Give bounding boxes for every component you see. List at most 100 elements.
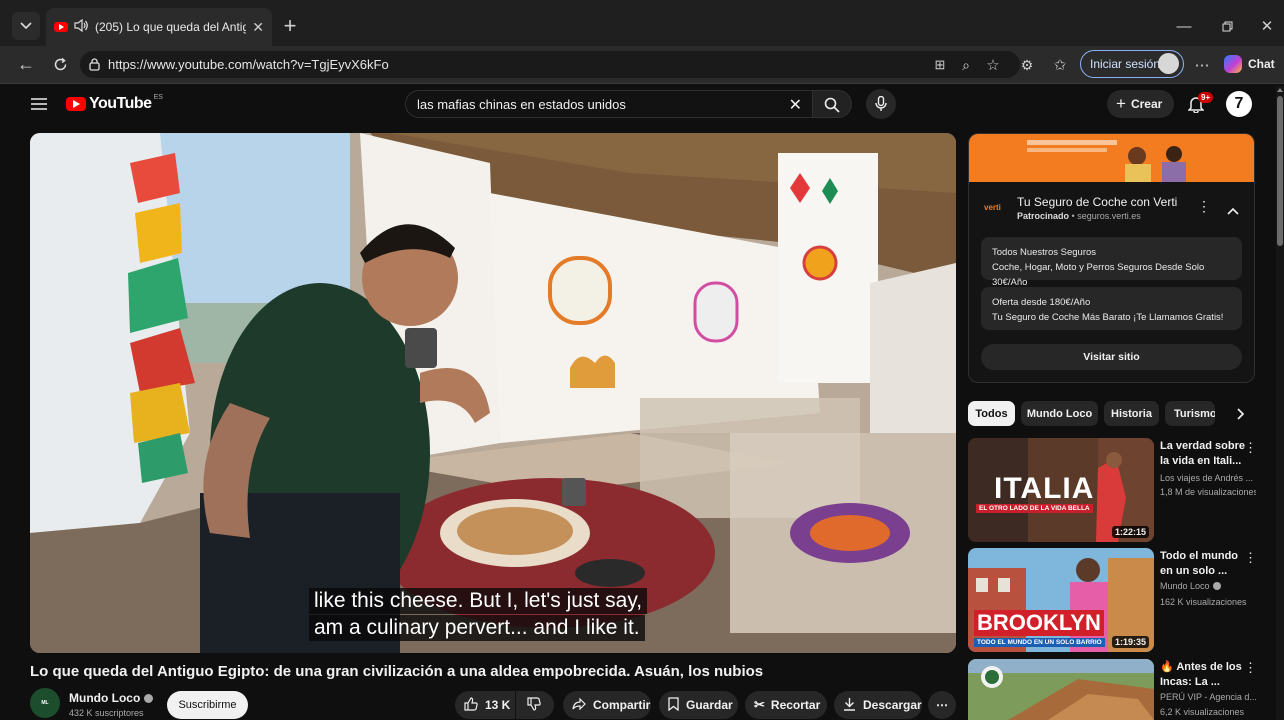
url-text: https://www.youtube.com/watch?v=TgjEyvX6… bbox=[108, 57, 389, 72]
ad-more-icon[interactable]: ⋮ bbox=[1197, 198, 1211, 215]
ad-collapse-chevron-icon[interactable] bbox=[1227, 202, 1239, 220]
page-scrollbar[interactable] bbox=[1276, 86, 1284, 720]
youtube-play-logo-icon bbox=[66, 97, 86, 111]
minimize-icon[interactable]: — bbox=[1172, 14, 1196, 38]
save-button[interactable]: Guardar bbox=[659, 691, 738, 719]
video-frame-image bbox=[30, 133, 956, 653]
like-count: 13 K bbox=[485, 698, 511, 712]
related-channel-2[interactable]: Mundo Loco bbox=[1160, 581, 1221, 591]
tab-close-icon[interactable]: ✕ bbox=[252, 19, 264, 36]
tab-list-chevron-icon[interactable] bbox=[12, 12, 40, 40]
clear-search-icon[interactable]: ✕ bbox=[789, 95, 802, 115]
speaker-icon[interactable] bbox=[74, 18, 89, 35]
chip-mundo-loco[interactable]: Mundo Loco bbox=[1021, 401, 1098, 426]
ad-sponsor-line: Patrocinado • seguros.verti.es bbox=[1017, 211, 1141, 221]
copilot-chat-button[interactable]: Chat bbox=[1224, 52, 1282, 76]
related-thumbnail-3[interactable] bbox=[968, 659, 1154, 720]
app-available-icon[interactable]: ⊞ bbox=[930, 55, 950, 75]
chips-next-chevron-icon[interactable] bbox=[1218, 401, 1254, 426]
tab-title: (205) Lo que queda del Antiguo bbox=[95, 20, 247, 34]
ad-sponsored-label: Patrocinado bbox=[1017, 211, 1070, 221]
sponsored-ad-card[interactable]: verti Tu Seguro de Coche con Verti Patro… bbox=[968, 133, 1255, 383]
refresh-icon[interactable] bbox=[48, 52, 72, 76]
new-tab-icon[interactable]: + bbox=[278, 13, 302, 38]
related-channel-1[interactable]: Los viajes de Andrés ... bbox=[1160, 471, 1256, 485]
profile-avatar-icon[interactable] bbox=[1158, 53, 1179, 74]
scissors-icon: ✂ bbox=[754, 697, 765, 712]
ad-offer-2[interactable]: Oferta desde 180€/Año Tu Seguro de Coche… bbox=[981, 287, 1242, 330]
search-query: las mafias chinas en estados unidos bbox=[417, 96, 626, 112]
browser-tab-active[interactable]: (205) Lo que queda del Antiguo ✕ bbox=[46, 8, 272, 46]
related-thumbnail-1[interactable]: ITALIA EL OTRO LADO DE LA VIDA BELLA 1:2… bbox=[968, 438, 1154, 542]
account-avatar[interactable]: 7 bbox=[1226, 91, 1252, 117]
visit-site-button[interactable]: Visitar sitio bbox=[981, 344, 1242, 370]
chip-todos-label: Todos bbox=[975, 407, 1008, 420]
channel-name[interactable]: Mundo Loco bbox=[69, 691, 154, 705]
caption-line-1: like this cheese. But I, let's just say, bbox=[309, 588, 648, 614]
youtube-logo[interactable]: YouTube ES bbox=[66, 94, 163, 114]
chip-mundo-loco-label: Mundo Loco bbox=[1026, 407, 1093, 420]
related-title-1[interactable]: La verdad sobre la vida en Itali... bbox=[1160, 439, 1246, 469]
related-title-2[interactable]: Todo el mundo en un solo ... bbox=[1160, 549, 1246, 579]
related-thumbnail-2-subtext: TODO EL MUNDO EN UN SOLO BARRIO bbox=[974, 638, 1105, 647]
chip-todos[interactable]: Todos bbox=[968, 401, 1015, 426]
voice-search-button[interactable] bbox=[866, 89, 896, 119]
clip-label: Recortar bbox=[770, 698, 821, 712]
favorites-icon[interactable]: ✩ bbox=[1050, 55, 1070, 75]
related-channel-2-label: Mundo Loco bbox=[1160, 581, 1210, 591]
subscribe-label: Suscribirme bbox=[178, 699, 237, 711]
more-menu-icon[interactable]: ⋯ bbox=[1192, 55, 1212, 75]
related-duration-2: 1:19:35 bbox=[1111, 636, 1149, 648]
share-arrow-icon bbox=[572, 697, 586, 713]
favorite-star-icon[interactable]: ☆ bbox=[983, 55, 1003, 75]
share-label: Compartir bbox=[593, 698, 651, 712]
subscriber-count: 432 K suscriptores bbox=[69, 708, 144, 718]
ad-offer-1-desc: Coche, Hogar, Moto y Perros Seguros Desd… bbox=[992, 262, 1205, 288]
related-title-3[interactable]: 🔥 Antes de los Incas: La ... bbox=[1160, 660, 1246, 690]
hamburger-menu-icon[interactable] bbox=[28, 94, 50, 114]
chip-historia[interactable]: Historia bbox=[1104, 401, 1159, 426]
scrollbar-thumb[interactable] bbox=[1277, 96, 1283, 246]
search-button[interactable] bbox=[812, 90, 852, 118]
close-window-icon[interactable]: ✕ bbox=[1255, 14, 1279, 38]
related-more-icon-1[interactable]: ⋮ bbox=[1244, 440, 1257, 456]
dislike-button[interactable] bbox=[516, 691, 554, 719]
clip-button[interactable]: ✂ Recortar bbox=[745, 691, 827, 719]
share-button[interactable]: Compartir bbox=[563, 691, 651, 719]
related-more-icon-3[interactable]: ⋮ bbox=[1244, 660, 1257, 676]
scrollbar-up-arrow-icon[interactable] bbox=[1277, 88, 1283, 92]
related-channel-3[interactable]: PERÚ VIP - Agencia d... bbox=[1160, 690, 1256, 704]
notifications-button[interactable]: 9+ bbox=[1185, 92, 1214, 116]
search-input[interactable]: las mafias chinas en estados unidos ✕ bbox=[405, 90, 815, 118]
bookmark-icon bbox=[668, 696, 679, 714]
url-field[interactable]: https://www.youtube.com/watch?v=TgjEyvX6… bbox=[80, 51, 1020, 78]
like-button[interactable]: 13 K bbox=[455, 691, 515, 719]
verified-check-icon bbox=[1212, 582, 1221, 590]
ad-banner-image bbox=[969, 134, 1254, 182]
back-icon[interactable]: ← bbox=[14, 52, 38, 76]
channel-avatar[interactable]: ML bbox=[30, 688, 60, 718]
chip-turismo[interactable]: Turismo bbox=[1165, 401, 1215, 426]
related-thumbnail-2[interactable]: BROOKLYN TODO EL MUNDO EN UN SOLO BARRIO… bbox=[968, 548, 1154, 652]
subscribe-button[interactable]: Suscribirme bbox=[167, 691, 248, 719]
fire-icon: 🔥 bbox=[1160, 661, 1174, 673]
related-thumbnail-1-subtext: EL OTRO LADO DE LA VIDA BELLA bbox=[976, 504, 1093, 513]
related-more-icon-2[interactable]: ⋮ bbox=[1244, 550, 1257, 566]
chip-historia-label: Historia bbox=[1111, 407, 1152, 420]
related-views-3: 6,2 K visualizaciones bbox=[1160, 707, 1245, 717]
more-actions-button[interactable]: ⋯ bbox=[928, 691, 956, 719]
caption-line-2: am a culinary pervert... and I like it. bbox=[309, 615, 645, 641]
create-button[interactable]: + Crear bbox=[1107, 90, 1174, 118]
video-player[interactable]: like this cheese. But I, let's just say,… bbox=[30, 133, 956, 653]
download-button[interactable]: Descargar bbox=[834, 691, 922, 719]
verified-check-icon bbox=[144, 693, 154, 703]
search-icon bbox=[824, 97, 840, 118]
ad-offer-1[interactable]: Todos Nuestros Seguros Coche, Hogar, Mot… bbox=[981, 237, 1242, 288]
chat-label: Chat bbox=[1248, 57, 1275, 71]
country-code: ES bbox=[153, 93, 163, 101]
extensions-icon[interactable]: ⚙ bbox=[1017, 55, 1037, 75]
zoom-icon[interactable]: ⌕ bbox=[956, 55, 976, 75]
plus-icon: + bbox=[1116, 94, 1126, 113]
restore-icon[interactable] bbox=[1215, 14, 1239, 38]
chip-turismo-label: Turismo bbox=[1174, 407, 1215, 420]
